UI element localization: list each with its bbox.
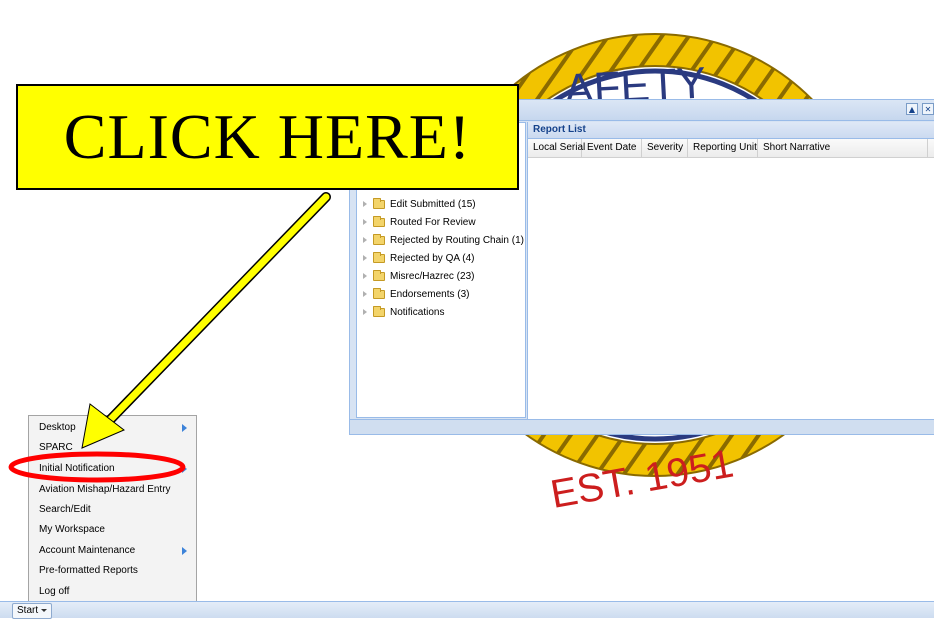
menu-item-sparc[interactable]: SPARC (39, 438, 189, 458)
callout-text: CLICK HERE! (63, 101, 472, 172)
menu-item-aviation-mishap[interactable]: Aviation Mishap/Hazard Entry (39, 480, 189, 500)
expand-arrow-icon[interactable] (363, 219, 367, 225)
restore-icon[interactable]: ▲ (906, 103, 918, 115)
report-list-column-headers: Local Serial Event Date Severity Reporti… (528, 139, 934, 158)
click-here-callout: CLICK HERE! (16, 84, 519, 190)
taskbar: Start (0, 601, 934, 619)
folder-icon (373, 215, 385, 227)
tree-item-edit-submitted[interactable]: Edit Submitted (15) (363, 196, 476, 212)
tree-item-routed-for-review[interactable]: Routed For Review (363, 214, 476, 230)
menu-item-preformatted-reports[interactable]: Pre-formatted Reports (39, 561, 189, 581)
folder-icon (373, 269, 385, 281)
tree-item-rejected-qa[interactable]: Rejected by QA (4) (363, 250, 474, 266)
expand-arrow-icon[interactable] (363, 309, 367, 315)
menu-item-log-off[interactable]: Log off (39, 582, 189, 602)
report-list-title: Report List (528, 122, 934, 139)
column-severity[interactable]: Severity (642, 139, 688, 157)
column-reporting-unit[interactable]: Reporting Unit (688, 139, 758, 157)
folder-icon (373, 287, 385, 299)
folder-icon (373, 305, 385, 317)
submenu-arrow-icon (182, 547, 187, 555)
submenu-arrow-icon (182, 424, 187, 432)
expand-arrow-icon[interactable] (363, 291, 367, 297)
menu-item-desktop[interactable]: Desktop (39, 418, 189, 438)
expand-arrow-icon[interactable] (363, 273, 367, 279)
folder-icon (373, 197, 385, 209)
folder-icon (373, 251, 385, 263)
expand-arrow-icon[interactable] (363, 255, 367, 261)
column-short-narrative[interactable]: Short Narrative (758, 139, 928, 157)
folder-icon (373, 233, 385, 245)
column-event-date[interactable]: Event Date (582, 139, 642, 157)
menu-item-my-workspace[interactable]: My Workspace (39, 520, 189, 540)
tree-item-notifications[interactable]: Notifications (363, 304, 444, 320)
close-icon[interactable]: ✕ (922, 103, 934, 115)
column-local-serial[interactable]: Local Serial (528, 139, 585, 157)
pointer-arrow-icon (81, 192, 331, 449)
tree-item-misrec-hazrec[interactable]: Misrec/Hazrec (23) (363, 268, 474, 284)
submenu-arrow-icon (182, 465, 187, 473)
menu-item-search-edit[interactable]: Search/Edit (39, 500, 189, 520)
window-footer (350, 419, 934, 434)
expand-arrow-icon[interactable] (363, 201, 367, 207)
tree-item-endorsements[interactable]: Endorsements (3) (363, 286, 469, 302)
menu-item-account-maintenance[interactable]: Account Maintenance (39, 541, 189, 561)
expand-arrow-icon[interactable] (363, 237, 367, 243)
start-menu: Desktop SPARC Initial Notification Aviat… (28, 415, 197, 603)
dropdown-caret-icon (41, 608, 48, 612)
report-list-panel: Report List Local Serial Event Date Seve… (527, 122, 934, 432)
menu-item-initial-notification[interactable]: Initial Notification (39, 459, 189, 479)
tree-item-rejected-routing[interactable]: Rejected by Routing Chain (1) (363, 232, 524, 248)
